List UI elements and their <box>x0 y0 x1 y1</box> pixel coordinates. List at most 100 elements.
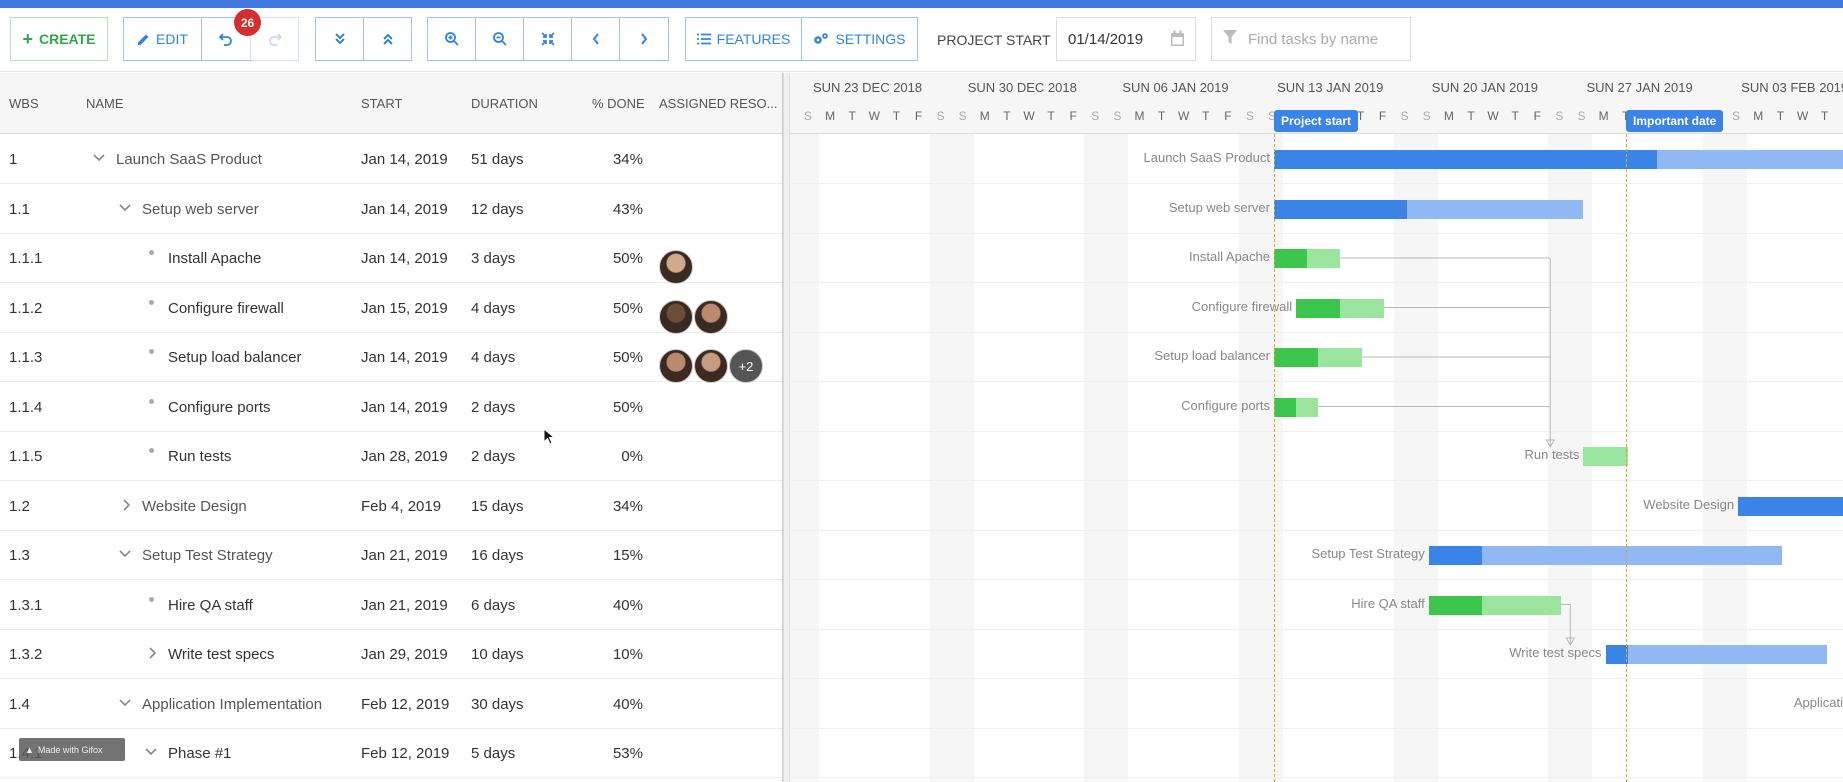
day-letter: S <box>936 109 945 123</box>
undo-count-badge: 26 <box>234 9 261 36</box>
features-label: FEATURES <box>716 31 791 47</box>
chevron-down-icon[interactable] <box>118 201 132 219</box>
task-bar[interactable] <box>1428 595 1562 615</box>
create-button[interactable]: + CREATE <box>10 17 108 61</box>
task-search-field[interactable] <box>1211 17 1411 61</box>
zoom-to-fit-button[interactable] <box>523 17 572 61</box>
table-row[interactable]: 1.1.2 Configure firewall Jan 15, 2019 4 day… <box>0 284 782 334</box>
wbs-cell: 1.3.2 <box>9 646 43 663</box>
day-letter: S <box>1555 109 1564 123</box>
start-cell: Jan 14, 2019 <box>361 151 448 168</box>
task-bar[interactable] <box>1274 397 1319 417</box>
zoom-out-button[interactable] <box>475 17 524 61</box>
day-letter: S <box>1091 109 1100 123</box>
name-cell: Setup load balancer <box>168 349 302 366</box>
table-row[interactable]: 1.3.2 Write test specs Jan 29, 2019 10 days… <box>0 630 782 679</box>
chevron-down-icon[interactable] <box>92 151 106 169</box>
day-letter: S <box>790 109 797 123</box>
table-row[interactable]: 1.3 Setup Test Strategy Jan 21, 2019 16 day… <box>0 531 782 580</box>
chevron-down-icon[interactable] <box>144 745 158 763</box>
table-row[interactable]: 1.1 Setup web server Jan 14, 2019 12 days 43… <box>0 185 782 234</box>
task-bar-label: Application Impleme <box>1793 694 1843 710</box>
start-cell: Feb 12, 2019 <box>361 745 450 762</box>
task-bar-label: Setup Test Strategy <box>1311 546 1425 561</box>
task-bar[interactable] <box>1296 298 1385 318</box>
day-letter: W <box>868 109 880 123</box>
column-header-start[interactable]: START <box>361 96 402 111</box>
chevron-down-icon[interactable] <box>118 547 132 565</box>
timeline-row: Setup web server <box>790 185 1843 234</box>
table-row[interactable]: 1 Launch SaaS Product Jan 14, 2019 51 days 3… <box>0 135 782 184</box>
column-header-wbs[interactable]: WBS <box>9 96 39 111</box>
table-row[interactable]: 1.2 Website Design Feb 4, 2019 15 days 34% <box>0 482 782 531</box>
grid-timeline-splitter[interactable] <box>783 73 790 782</box>
duration-cell: 6 days <box>471 596 516 614</box>
summary-task-bar[interactable] <box>1605 645 1827 664</box>
day-letter: T <box>1511 109 1519 123</box>
timeline-row: Launch SaaS Product <box>790 135 1843 184</box>
task-bar[interactable] <box>1583 447 1628 466</box>
important-date-line <box>1626 134 1627 782</box>
name-cell: Website Design <box>142 497 247 515</box>
timeline: SUN 23 DEC 2018 SUN 30 DEC 2018 SUN 06 JAN… <box>790 73 1843 782</box>
table-row[interactable]: 1.1.4 Configure ports Jan 14, 2019 2 days 50… <box>0 383 782 432</box>
table-row[interactable]: 1.1.5 Run tests Jan 28, 2019 2 days 0% <box>0 432 782 481</box>
table-row[interactable]: 1.3.1 Hire QA staff Jan 21, 2019 6 days 40% <box>0 581 782 630</box>
chevron-right-icon[interactable] <box>146 646 160 664</box>
avatar[interactable] <box>659 299 693 334</box>
avatar[interactable] <box>694 299 728 334</box>
next-timespan-button[interactable] <box>619 17 669 61</box>
day-letter: S <box>1732 109 1741 123</box>
task-bar-label: Write test specs <box>1509 645 1602 660</box>
column-header-percent-done[interactable]: % DONE <box>592 96 645 111</box>
features-button[interactable]: FEATURES <box>685 17 802 61</box>
leaf-bullet-icon <box>149 448 154 453</box>
double-chevron-down-icon <box>334 32 346 46</box>
avatar[interactable] <box>659 250 693 284</box>
column-header-name[interactable]: NAME <box>86 96 124 111</box>
day-letter: M <box>1753 109 1764 123</box>
column-header-duration[interactable]: DURATION <box>471 96 538 111</box>
project-start-date-field[interactable]: 01/14/2019 <box>1056 17 1196 61</box>
name-cell: Phase #1 <box>168 745 232 762</box>
table-row[interactable]: 1.1.3 Setup load balancer Jan 14, 2019 4 da… <box>0 333 782 383</box>
calendar-icon[interactable] <box>1170 30 1185 51</box>
project-start-flag[interactable]: Project start <box>1274 110 1359 132</box>
summary-task-bar[interactable] <box>1274 150 1843 169</box>
column-header-assigned-resources[interactable]: ASSIGNED RESO... <box>659 96 777 111</box>
start-cell: Jan 29, 2019 <box>361 646 448 663</box>
chevron-right-icon[interactable] <box>120 498 134 516</box>
project-start-line <box>1274 134 1275 782</box>
important-date-flag[interactable]: Important date <box>1626 110 1724 132</box>
avatar[interactable] <box>694 349 728 383</box>
duration-cell: 12 days <box>471 200 524 218</box>
wbs-cell: 1 <box>9 151 18 168</box>
summary-task-bar[interactable] <box>1274 199 1584 219</box>
day-letter: T <box>1157 109 1166 123</box>
summary-task-bar[interactable] <box>1738 496 1843 516</box>
name-cell: Install Apache <box>168 250 262 267</box>
filter-icon <box>1222 29 1238 50</box>
task-search-input[interactable] <box>1248 30 1398 48</box>
week-label: SUN 30 DEC 2018 <box>967 80 1077 95</box>
table-row[interactable]: 1.4 Application Implementation Feb 12, 201… <box>0 680 782 729</box>
percent-done-cell: 50% <box>612 349 643 366</box>
avatar[interactable] <box>659 349 693 383</box>
expand-all-button[interactable] <box>315 17 364 61</box>
edit-button[interactable]: EDIT <box>123 17 202 61</box>
task-bar[interactable] <box>1274 348 1363 367</box>
chevron-down-icon[interactable] <box>118 696 132 714</box>
more-resources-badge[interactable]: +2 <box>729 349 763 383</box>
previous-timespan-button[interactable] <box>571 17 620 61</box>
zoom-in-button[interactable] <box>427 17 476 61</box>
task-bar[interactable] <box>1274 249 1341 268</box>
name-cell: Hire QA staff <box>168 596 253 614</box>
collapse-all-button[interactable] <box>363 17 412 61</box>
summary-task-bar[interactable] <box>1428 546 1783 565</box>
plus-icon: + <box>22 29 33 49</box>
wbs-cell: 1.1 <box>9 200 30 218</box>
table-row[interactable]: 1.1.1 Install Apache Jan 14, 2019 3 days 50% <box>0 234 782 284</box>
timeline-row: Run tests <box>790 432 1843 481</box>
settings-button[interactable]: SETTINGS <box>801 17 918 61</box>
leaf-bullet-icon <box>149 299 154 305</box>
